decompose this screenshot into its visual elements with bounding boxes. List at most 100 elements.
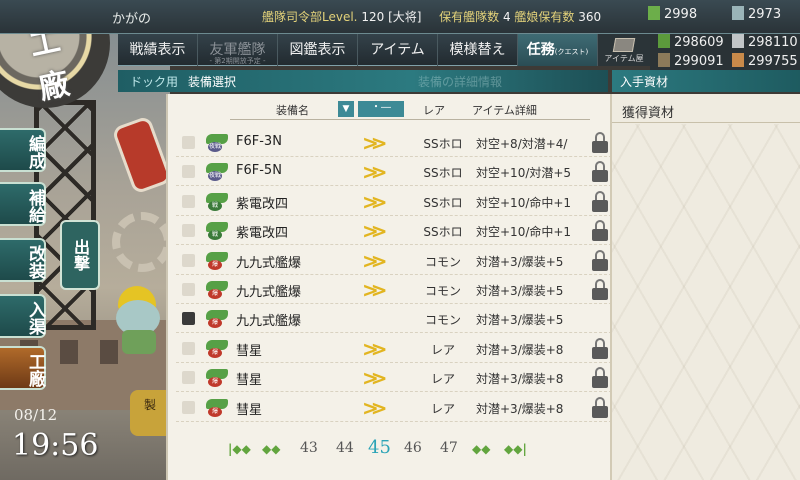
col-rarity: レア xyxy=(423,104,445,117)
equipment-name: 紫電改四 xyxy=(236,196,289,212)
table-row[interactable]: 戦 紫電改四 >> SSホロ 対空+10/命中+1 xyxy=(176,187,612,216)
building-window xyxy=(60,340,78,364)
row-checkbox[interactable] xyxy=(182,165,195,179)
last-page-icon[interactable]: ◆◆| xyxy=(504,442,527,456)
lock-icon[interactable] xyxy=(590,337,610,360)
chevron-right-icon[interactable]: >> xyxy=(362,219,387,243)
row-checkbox[interactable] xyxy=(182,312,195,326)
page-number[interactable]: 44 xyxy=(336,440,354,456)
side-btn-organize[interactable]: 編成 xyxy=(0,128,46,172)
page-number[interactable]: 43 xyxy=(300,440,318,456)
page-number[interactable]: 47 xyxy=(440,440,458,456)
fairy-body xyxy=(122,330,156,354)
ghost-label: 装備の詳細情報 xyxy=(418,75,503,89)
table-row[interactable]: 夜戦 F6F-3N >> SSホロ 対空+8/対潜+4/ xyxy=(176,128,612,157)
item-shop-button[interactable]: アイテム屋 xyxy=(598,34,650,66)
row-checkbox[interactable] xyxy=(182,136,195,149)
date-display: 08/12 xyxy=(14,406,58,424)
row-checkbox[interactable] xyxy=(182,341,195,355)
first-page-icon[interactable]: |◆◆ xyxy=(228,442,251,456)
nav-items[interactable]: アイテム xyxy=(358,34,438,66)
equip-select-title: 装備選択 xyxy=(188,75,237,89)
equipment-rarity: レア xyxy=(430,372,455,387)
table-row[interactable]: 爆 彗星 >> レア 対潜+3/爆装+8 xyxy=(176,334,612,363)
side-btn-supply[interactable]: 補給 xyxy=(0,182,46,226)
chevron-right-icon[interactable]: >> xyxy=(362,249,387,273)
lock-icon[interactable] xyxy=(590,220,610,242)
admiral-name: かがの xyxy=(112,12,152,27)
plane-icon: 爆 xyxy=(206,398,228,417)
row-checkbox[interactable] xyxy=(182,253,195,267)
chevron-right-icon[interactable]: >> xyxy=(362,396,387,420)
nav-quest[interactable]: 任務(クエスト) xyxy=(518,34,598,66)
lock-icon[interactable] xyxy=(590,190,610,213)
plane-icon: 爆 xyxy=(206,281,228,299)
prev-page-icon[interactable]: ◆◆ xyxy=(262,442,280,456)
equipment-rarity: コモン xyxy=(424,313,461,328)
hex-pattern xyxy=(612,124,800,480)
side-btn-factory[interactable]: 工廠 xyxy=(0,346,46,390)
fleet-count-value: 4 xyxy=(502,10,511,24)
nav-record[interactable]: 戦績表示 xyxy=(118,34,198,66)
table-row[interactable]: 爆 彗星 >> レア 対潜+3/爆装+8 xyxy=(176,363,612,393)
table-row[interactable]: 夜戦 F6F-5N >> SSホロ 対空+10/対潜+5 xyxy=(176,157,612,187)
row-checkbox[interactable] xyxy=(182,400,195,414)
lock-icon[interactable] xyxy=(590,396,610,419)
chevron-right-icon[interactable]: >> xyxy=(362,131,387,155)
plane-type-tag: 爆 xyxy=(208,406,222,417)
row-checkbox[interactable] xyxy=(182,283,195,296)
chevron-right-icon[interactable]: >> xyxy=(362,190,387,214)
craft-button[interactable]: 製 xyxy=(130,390,170,436)
hq-level-label: 艦隊司令部Level. xyxy=(262,10,358,24)
table-row[interactable]: 爆九九式艦爆 >> コモン 対潜+3/爆装+5 xyxy=(176,275,612,304)
chevron-right-icon[interactable]: >> xyxy=(362,278,387,302)
shop-box-icon xyxy=(612,38,636,52)
bucket-count: 2998 xyxy=(664,7,698,22)
hq-stats: 艦隊司令部Level. 120 [大将] 保有艦隊数 4 艦娘保有数 360 xyxy=(262,8,601,25)
fuel-counter: 298609 xyxy=(658,34,724,50)
ammo-counter: 299091 xyxy=(658,53,724,69)
equipment-name: 紫電改四 xyxy=(236,226,289,242)
page-number[interactable]: 46 xyxy=(404,440,422,456)
nav-furniture[interactable]: 模様替え xyxy=(438,34,518,66)
table-row[interactable]: 爆九九式艦爆 >> コモン 対潜+3/爆装+5 xyxy=(176,246,612,275)
equipment-rarity: コモン xyxy=(424,254,461,269)
table-row[interactable]: 戦 紫電改四 >> SSホロ 対空+10/命中+1 xyxy=(176,216,612,246)
table-row[interactable]: 爆 九九式艦爆 コモン 対潜+3/爆装+5 xyxy=(176,304,612,334)
ammo-icon xyxy=(658,53,670,67)
devmat-counter: 2973 xyxy=(732,6,781,22)
plane-icon: 爆 xyxy=(206,251,228,270)
page-number-current[interactable]: 45 xyxy=(368,437,391,458)
lock-icon[interactable] xyxy=(590,161,610,183)
equipment-rarity: レア xyxy=(430,342,455,357)
equipment-detail: 対潜+3/爆装+8 xyxy=(476,342,564,357)
table-row[interactable]: 爆 彗星 >> レア 対潜+3/爆装+8 xyxy=(176,393,612,422)
lock-icon[interactable] xyxy=(590,132,610,154)
plane-type-tag: 戦 xyxy=(208,200,222,211)
fleet-count-label: 保有艦隊数 xyxy=(439,10,500,24)
equipment-list-panel: 装備名 ▼ ・― レア アイテム詳細 夜戦 F6F-3N >> SSホロ 対空+8/対潜… xyxy=(166,94,612,480)
equipment-rarity: SSホロ xyxy=(423,195,463,210)
chevron-right-icon[interactable]: >> xyxy=(362,337,387,361)
sort-mode-button[interactable]: ・― xyxy=(358,101,404,117)
lock-icon[interactable] xyxy=(590,279,610,301)
row-checkbox[interactable] xyxy=(182,371,195,385)
nav-encyclopedia[interactable]: 図鑑表示 xyxy=(278,34,358,66)
chevron-right-icon[interactable]: >> xyxy=(362,160,387,184)
sortie-button[interactable]: 出撃 xyxy=(60,220,100,290)
plane-icon: 爆 xyxy=(206,339,228,358)
lock-icon[interactable] xyxy=(590,367,610,389)
sort-dropdown-icon[interactable]: ▼ xyxy=(338,101,354,117)
fairy-character xyxy=(108,286,168,356)
plane-type-tag: 爆 xyxy=(208,377,222,388)
lock-icon[interactable] xyxy=(590,249,610,272)
drum-decoration xyxy=(111,115,170,195)
row-checkbox[interactable] xyxy=(182,194,195,208)
row-checkbox[interactable] xyxy=(182,224,195,238)
next-page-icon[interactable]: ◆◆ xyxy=(472,442,490,456)
chevron-right-icon[interactable]: >> xyxy=(362,366,387,390)
side-btn-remodel[interactable]: 改装 xyxy=(0,238,46,282)
dock-label: ドック用 xyxy=(130,75,179,89)
side-btn-repair[interactable]: 入渠 xyxy=(0,294,46,338)
equipment-name: F6F-5N xyxy=(236,163,282,179)
